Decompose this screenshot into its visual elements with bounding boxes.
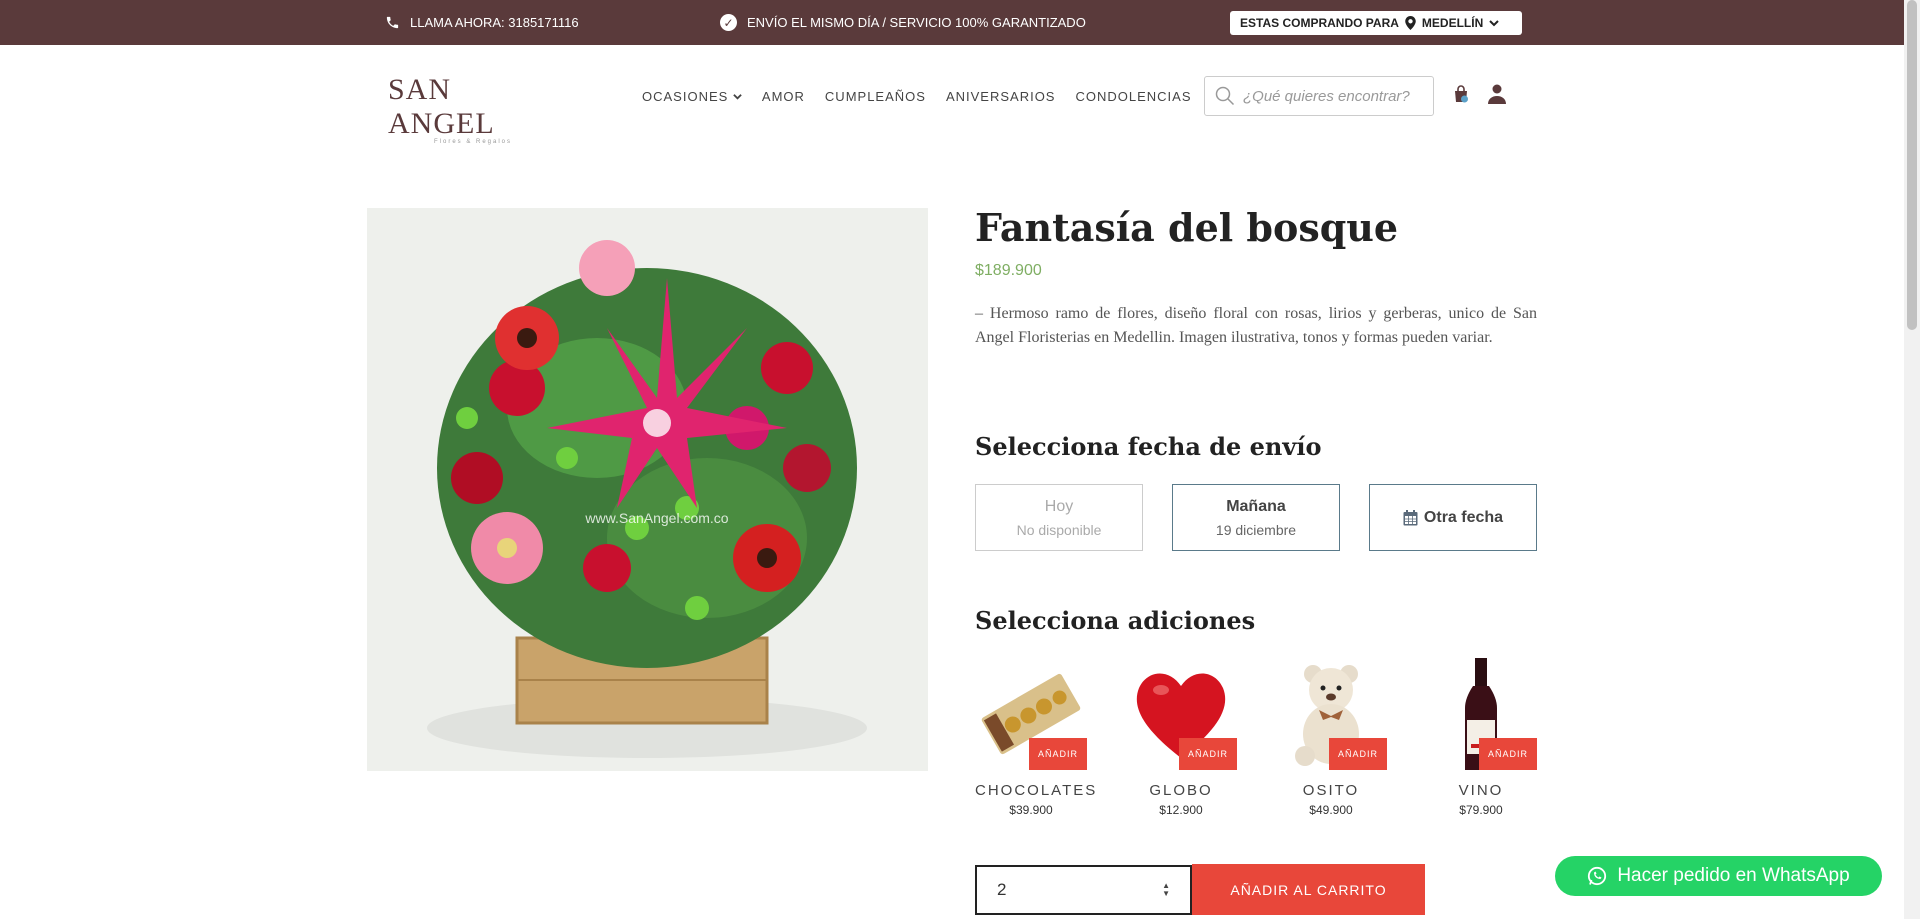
scrollbar-thumb[interactable] [1907,0,1917,330]
date-option-other[interactable]: Otra fecha [1369,484,1537,551]
site-logo[interactable]: SAN ANGEL Flores & Regalos [388,73,558,145]
addon-thumbnail[interactable]: AÑADIR [975,658,1087,770]
date-option-label: Hoy [1044,497,1074,515]
flower-arrangement-image: www.SanAngel.com.co [367,208,928,771]
addon-thumbnail[interactable]: AÑADIR [1425,658,1537,770]
delivery-date-title: Selecciona fecha de envío [975,432,1322,461]
search-input[interactable] [1243,87,1423,105]
product-title: Fantasía del bosque [975,205,1399,250]
nav-cumpleanos[interactable]: CUMPLEAÑOS [825,89,926,104]
nav-condolencias[interactable]: CONDOLENCIAS [1075,89,1191,104]
add-addon-button[interactable]: AÑADIR [1479,738,1537,770]
addon-price: $79.900 [1459,803,1503,817]
image-watermark: www.SanAngel.com.co [584,510,728,526]
site-header: SAN ANGEL Flores & Regalos OCASIONES AMO… [0,45,1904,145]
guarantee-notice: ✓ ENVÍO EL MISMO DÍA / SERVICIO 100% GAR… [720,0,1086,45]
product-image[interactable]: www.SanAngel.com.co [367,208,928,771]
whatsapp-order-button[interactable]: Hacer pedido en WhatsApp [1555,856,1882,896]
addon-osito: AÑADIR OSITO $49.900 [1275,658,1387,817]
addon-chocolates: AÑADIR CHOCOLATES $39.900 [975,658,1098,817]
map-pin-icon [1405,16,1416,30]
city-name: MEDELLÍN [1421,16,1484,30]
cart-button[interactable] [1452,85,1470,108]
whatsapp-icon [1588,866,1607,886]
main-nav: OCASIONES AMOR CUMPLEAÑOS ANIVERSARIOS C… [642,89,1192,104]
addon-thumbnail[interactable]: AÑADIR [1275,658,1387,770]
date-option-label: Mañana [1226,497,1286,515]
quantity-stepper-icon[interactable]: ▲ ▼ [1162,882,1170,898]
city-selector[interactable]: ESTAS COMPRANDO PARA MEDELLÍN [1230,11,1522,35]
addons-title: Selecciona adiciones [975,606,1256,635]
quantity-value: 2 [997,880,1007,899]
addon-name: VINO [1458,782,1504,799]
phone-icon [386,16,399,29]
nav-ocasiones[interactable]: OCASIONES [642,89,742,104]
logo-text: SAN ANGEL [388,73,495,140]
product-price: $189.900 [975,262,1042,279]
addon-globo: AÑADIR GLOBO $12.900 [1125,658,1237,817]
phone-contact[interactable]: LLAMA AHORA: 3185171116 [385,0,579,45]
chevron-down-icon [733,94,742,100]
addon-name: GLOBO [1149,782,1213,799]
add-addon-button[interactable]: AÑADIR [1329,738,1387,770]
phone-text: LLAMA AHORA: 3185171116 [410,15,579,30]
add-addon-button[interactable]: AÑADIR [1179,738,1237,770]
addon-name: CHOCOLATES [975,782,1098,799]
addon-vino: AÑADIR VINO $79.900 [1425,658,1537,817]
add-addon-button[interactable]: AÑADIR [1029,738,1087,770]
date-option-label: Otra fecha [1423,508,1504,526]
addon-price: $49.900 [1309,803,1353,817]
buying-for-label: ESTAS COMPRANDO PARA [1240,16,1399,30]
search-box [1204,76,1434,116]
nav-aniversarios[interactable]: ANIVERSARIOS [946,89,1056,104]
check-circle-icon: ✓ [720,14,737,31]
guarantee-text: ENVÍO EL MISMO DÍA / SERVICIO 100% GARAN… [747,15,1086,30]
user-icon [1488,84,1506,104]
search-icon [1215,86,1235,106]
date-option-today: Hoy No disponible [975,484,1143,551]
page-scrollbar[interactable] [1904,0,1920,919]
date-option-sub: No disponible [1016,521,1102,538]
account-button[interactable] [1488,84,1506,109]
chevron-down-icon [1489,20,1499,27]
whatsapp-label: Hacer pedido en WhatsApp [1617,865,1850,886]
addon-price: $39.900 [1009,803,1053,817]
quantity-input[interactable]: 2 ▲ ▼ [975,865,1192,915]
product-info: Fantasía del bosque $189.900 – Hermoso r… [975,205,1537,350]
product-description: – Hermoso ramo de flores, diseño floral … [975,305,1537,346]
addon-name: OSITO [1302,782,1360,799]
addon-price: $12.900 [1159,803,1203,817]
date-option-tomorrow[interactable]: Mañana 19 diciembre [1172,484,1340,551]
shopping-bag-icon [1455,85,1468,103]
nav-amor[interactable]: AMOR [762,89,805,104]
add-to-cart-button[interactable]: AÑADIR AL CARRITO [1192,864,1425,915]
addon-thumbnail[interactable]: AÑADIR [1125,658,1237,770]
calendar-icon [1403,509,1418,525]
top-bar: LLAMA AHORA: 3185171116 ✓ ENVÍO EL MISMO… [0,0,1920,45]
date-option-sub: 19 diciembre [1215,521,1297,538]
